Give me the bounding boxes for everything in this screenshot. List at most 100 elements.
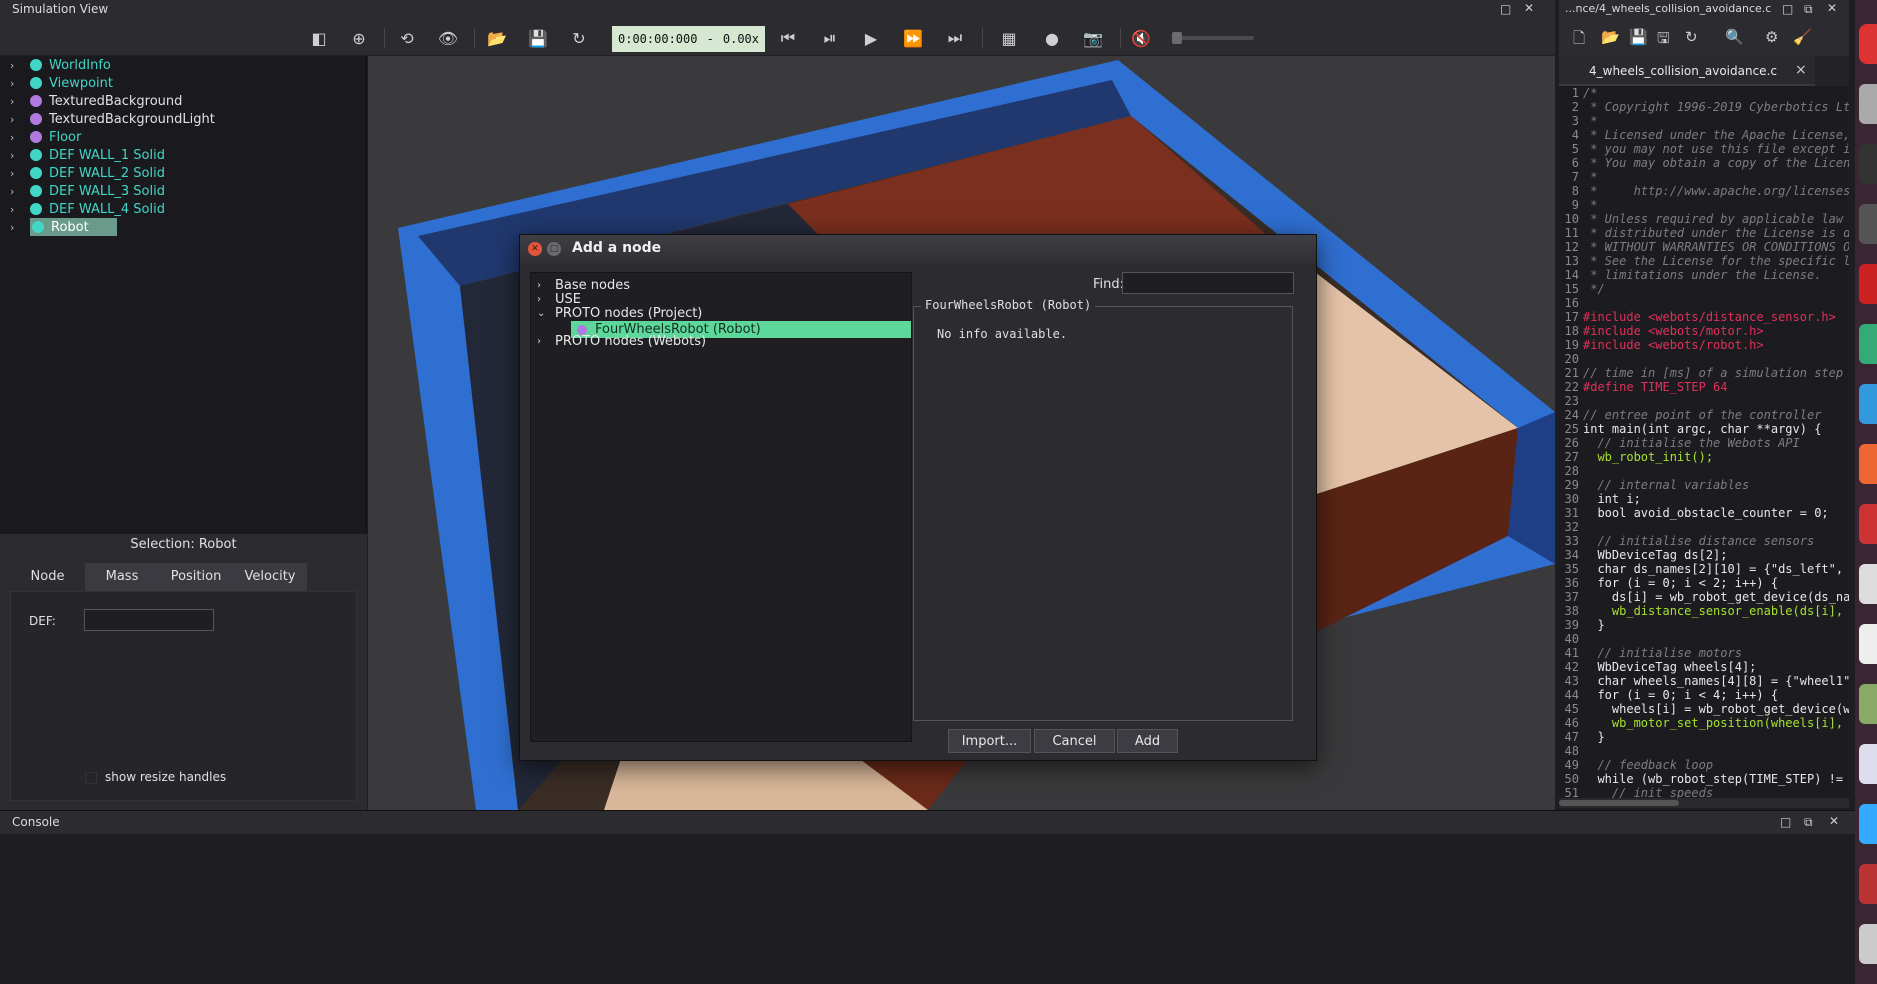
play-icon[interactable]: ▶ — [858, 25, 884, 51]
chevron-right-icon[interactable]: › — [10, 149, 30, 162]
line-number: 15 — [1564, 282, 1579, 296]
chevron-right-icon[interactable]: › — [537, 336, 555, 347]
reset-simulation-icon[interactable]: ⏮ — [775, 25, 801, 51]
find-icon[interactable]: 🔍 — [1725, 28, 1744, 46]
resize-handles-checkbox[interactable] — [85, 772, 97, 784]
chevron-right-icon[interactable]: › — [10, 203, 30, 216]
toggle-scene-tree-icon[interactable]: ◧ — [306, 25, 332, 51]
save-all-icon[interactable]: 🖫 — [1657, 28, 1670, 53]
maximize-icon[interactable]: □ — [547, 242, 561, 256]
chevron-right-icon[interactable]: › — [10, 77, 30, 90]
chevron-right-icon[interactable]: › — [10, 95, 30, 108]
scene-tree-selection-highlight[interactable]: Robot — [30, 218, 117, 236]
minimize-icon[interactable]: □ — [1782, 2, 1793, 16]
horizontal-scrollbar[interactable] — [1559, 798, 1849, 808]
app-icon[interactable] — [1859, 504, 1877, 544]
add-button[interactable]: Add — [1117, 729, 1178, 753]
close-icon[interactable]: ✕ — [1829, 814, 1839, 828]
code-line: 5 * you may not use this file except i — [1559, 142, 1849, 156]
app-icon[interactable] — [1859, 384, 1877, 424]
line-number: 36 — [1564, 576, 1579, 590]
scene-tree-item-wall-3[interactable]: › DEF WALL_3 Solid — [10, 182, 165, 200]
app-icon[interactable] — [1859, 924, 1877, 964]
close-icon[interactable]: ✕ — [1827, 1, 1837, 15]
chevron-right-icon[interactable]: › — [10, 185, 30, 198]
chevron-right-icon[interactable]: › — [537, 280, 555, 291]
float-icon[interactable]: ⧉ — [1804, 2, 1813, 17]
app-icon[interactable] — [1859, 324, 1877, 364]
scene-tree-item-viewpoint[interactable]: › Viewpoint — [10, 74, 113, 92]
movie-icon[interactable]: ▦ — [996, 25, 1022, 51]
clean-icon[interactable]: 🧹 — [1793, 28, 1812, 46]
minimize-icon[interactable]: □ — [1780, 815, 1791, 829]
app-icon[interactable] — [1859, 744, 1877, 784]
float-icon[interactable]: ⧉ — [1804, 815, 1813, 830]
chevron-down-icon[interactable]: ⌄ — [537, 308, 555, 319]
chevron-right-icon[interactable]: › — [537, 294, 555, 305]
mute-icon[interactable]: 🔇 — [1128, 25, 1154, 51]
scene-tree-item-worldinfo[interactable]: › WorldInfo — [10, 56, 111, 74]
scene-tree-item-robot[interactable]: › Robot — [10, 218, 117, 236]
scene-tree-item-texturedbackground[interactable]: › TexturedBackground — [10, 92, 182, 110]
tab-position[interactable]: Position — [159, 563, 233, 591]
close-icon[interactable]: ✕ — [528, 242, 542, 256]
app-icon[interactable] — [1859, 804, 1877, 844]
fastest-icon[interactable]: ⏭ — [942, 25, 968, 51]
app-icon[interactable] — [1859, 624, 1877, 664]
find-input[interactable] — [1122, 272, 1294, 294]
tab-mass[interactable]: Mass — [85, 563, 159, 591]
new-file-icon[interactable]: 🗋 — [1573, 28, 1585, 53]
record-icon[interactable]: ● — [1039, 25, 1065, 51]
console-output[interactable] — [0, 834, 1855, 984]
chevron-right-icon[interactable]: › — [10, 167, 30, 180]
chevron-right-icon[interactable]: › — [10, 59, 30, 72]
restore-viewpoint-icon[interactable]: ⟲ — [394, 25, 420, 51]
node-tree-item-proto-project[interactable]: ⌄ PROTO nodes (Project) — [537, 305, 702, 321]
browser-icon[interactable] — [1859, 24, 1877, 64]
chevron-right-icon[interactable]: › — [10, 221, 30, 234]
chevron-right-icon[interactable]: › — [10, 131, 30, 144]
import-button[interactable]: Import... — [948, 729, 1031, 753]
gear-icon[interactable]: ⚙ — [1765, 28, 1778, 46]
simulation-time: 0:00:00:000 — [618, 32, 698, 46]
fast-forward-icon[interactable]: ⏩ — [900, 25, 926, 51]
app-icon[interactable] — [1859, 204, 1877, 244]
scene-tree-item-texturedbackgroundlight[interactable]: › TexturedBackgroundLight — [10, 110, 215, 128]
step-icon[interactable]: ⏯ — [817, 25, 843, 51]
float-icon[interactable]: □ — [1500, 2, 1511, 16]
screenshot-icon[interactable]: 📷 — [1080, 25, 1106, 51]
code-text: wb_robot_init(); — [1583, 450, 1714, 464]
open-file-icon[interactable]: 📂 — [1601, 28, 1620, 46]
app-icon[interactable] — [1859, 84, 1877, 124]
scene-tree-item-wall-4[interactable]: › DEF WALL_4 Solid — [10, 200, 165, 218]
open-world-icon[interactable]: 📂 — [484, 25, 510, 51]
revert-icon[interactable]: ↻ — [1685, 28, 1698, 46]
add-node-icon[interactable]: ⊕ — [346, 25, 372, 51]
app-icon[interactable] — [1859, 684, 1877, 724]
scene-tree-item-wall-1[interactable]: › DEF WALL_1 Solid — [10, 146, 165, 164]
code-editor[interactable]: 1/* 2 * Copyright 1996-2019 Cyberbotics L… — [1559, 86, 1849, 808]
def-input[interactable] — [84, 609, 214, 631]
scene-tree-item-floor[interactable]: › Floor — [10, 128, 81, 146]
close-icon[interactable]: ✕ — [1524, 1, 1534, 15]
node-tree-item-proto-webots[interactable]: › PROTO nodes (Webots) — [537, 333, 706, 349]
close-tab-icon[interactable]: × — [1795, 62, 1807, 78]
pdf-icon[interactable] — [1859, 264, 1877, 304]
terminal-icon[interactable] — [1859, 144, 1877, 184]
app-icon[interactable] — [1859, 444, 1877, 484]
tab-velocity[interactable]: Velocity — [233, 563, 307, 591]
chevron-right-icon[interactable]: › — [10, 113, 30, 126]
horizontal-scrollbar-handle[interactable] — [1559, 800, 1679, 806]
volume-slider[interactable] — [1172, 32, 1254, 44]
app-icon[interactable] — [1859, 864, 1877, 904]
tab-source-file[interactable]: 4_wheels_collision_avoidance.c × — [1559, 56, 1815, 86]
app-icon[interactable] — [1859, 564, 1877, 604]
view-eye-icon[interactable]: 👁 — [435, 25, 461, 51]
tab-node[interactable]: Node — [10, 563, 85, 591]
volume-slider-handle[interactable] — [1172, 32, 1182, 44]
save-world-icon[interactable]: 💾 — [525, 25, 551, 51]
save-icon[interactable]: 💾 — [1629, 28, 1648, 46]
scene-tree-item-wall-2[interactable]: › DEF WALL_2 Solid — [10, 164, 165, 182]
cancel-button[interactable]: Cancel — [1034, 729, 1115, 753]
reload-world-icon[interactable]: ↻ — [566, 25, 592, 51]
